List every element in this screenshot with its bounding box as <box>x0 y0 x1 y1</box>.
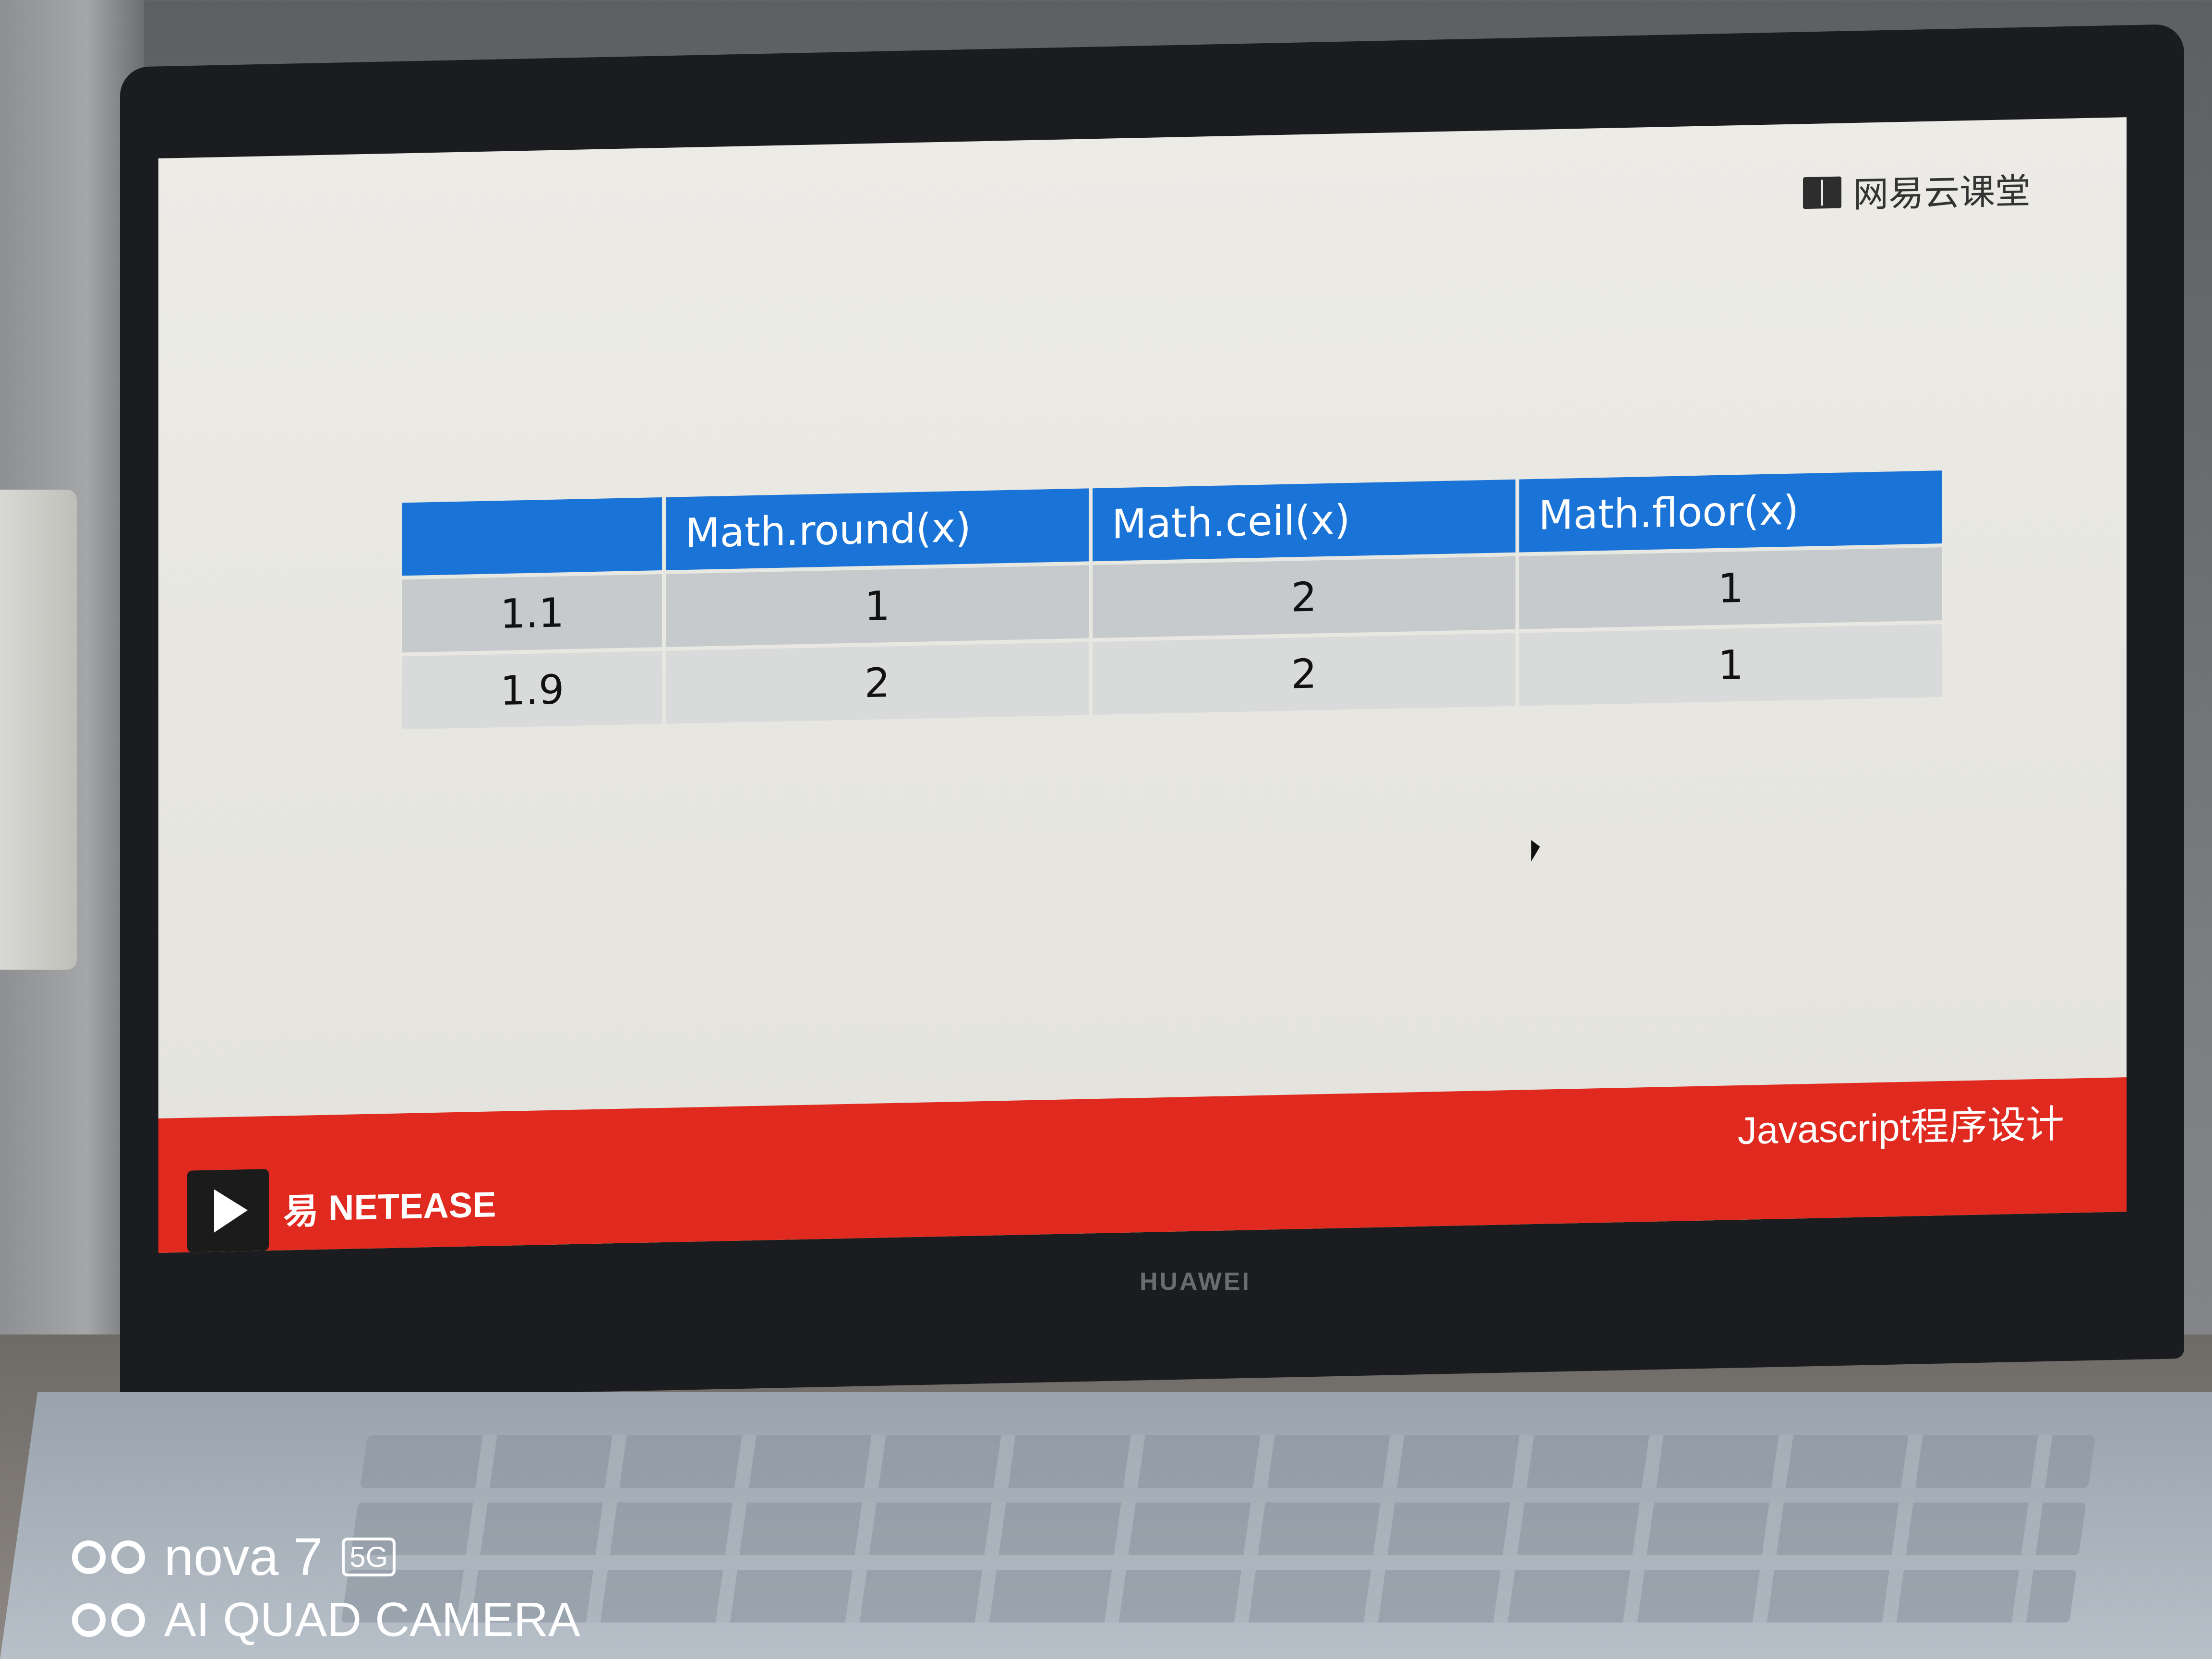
laptop-screen: 网易云课堂 Math.round(x) Math.ceil(x) Math.fl… <box>158 117 2127 1253</box>
header-cell-ceil: Math.ceil(x) <box>1093 479 1515 562</box>
camera-text: AI QUAD CAMERA <box>164 1593 580 1647</box>
netease-en-text: NETEASE <box>328 1184 496 1228</box>
row-value-cell: 1.9 <box>402 651 662 730</box>
keyboard-row <box>350 1503 2086 1555</box>
mouse-cursor-icon <box>1531 840 1540 862</box>
book-icon <box>1803 176 1841 209</box>
camera-watermark: nova 7 5G AI QUAD CAMERA <box>72 1527 580 1647</box>
camera-rings-icon <box>72 1540 145 1574</box>
netease-logo: 易 NETEASE <box>283 1178 496 1234</box>
math-functions-table: Math.round(x) Math.ceil(x) Math.floor(x)… <box>398 467 1946 733</box>
row-value-cell: 1.1 <box>402 574 662 653</box>
logo-text: 网易云课堂 <box>1853 171 2031 215</box>
round-result-cell: 2 <box>666 642 1089 724</box>
5g-badge: 5G <box>342 1538 396 1576</box>
header-cell-round: Math.round(x) <box>666 488 1089 570</box>
floor-result-cell: 1 <box>1519 624 1942 706</box>
netease-cloud-classroom-logo: 网易云课堂 <box>1803 162 2031 218</box>
header-cell-floor: Math.floor(x) <box>1519 470 1942 553</box>
header-cell-blank <box>402 497 662 576</box>
math-functions-table-wrap: Math.round(x) Math.ceil(x) Math.floor(x)… <box>398 467 1946 733</box>
wall-object <box>0 490 77 970</box>
ceil-result-cell: 2 <box>1093 633 1515 715</box>
keyboard-row <box>360 1435 2096 1488</box>
phone-model-text: nova 7 <box>164 1527 323 1587</box>
course-title: Javascript程序设计 <box>1737 1102 2064 1153</box>
laptop-brand: HUAWEI <box>1140 1268 1251 1296</box>
round-result-cell: 1 <box>666 565 1089 647</box>
floor-result-cell: 1 <box>1519 547 1942 629</box>
ceil-result-cell: 2 <box>1093 556 1515 638</box>
camera-rings-icon <box>72 1603 145 1637</box>
netease-cn-text: 易 <box>283 1191 319 1232</box>
keyboard-row <box>341 1570 2077 1623</box>
play-icon[interactable] <box>187 1169 269 1252</box>
